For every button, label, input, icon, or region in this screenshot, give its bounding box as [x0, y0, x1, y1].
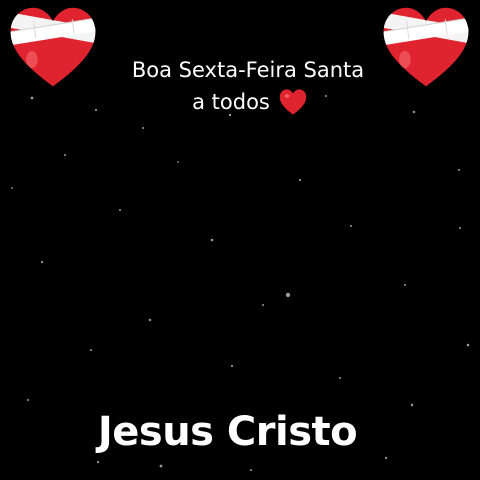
greeting-line-2-row: a todos: [0, 86, 480, 118]
main-title: Jesus Cristo: [97, 409, 358, 455]
greeting-line-1: Boa Sexta-Feira Santa: [131, 58, 365, 82]
red-heart-icon: [279, 89, 307, 115]
video-frame: Boa Sexta-Feira Santa a todos Jesus Cris…: [0, 0, 480, 480]
greeting-line-2: a todos: [192, 90, 270, 114]
